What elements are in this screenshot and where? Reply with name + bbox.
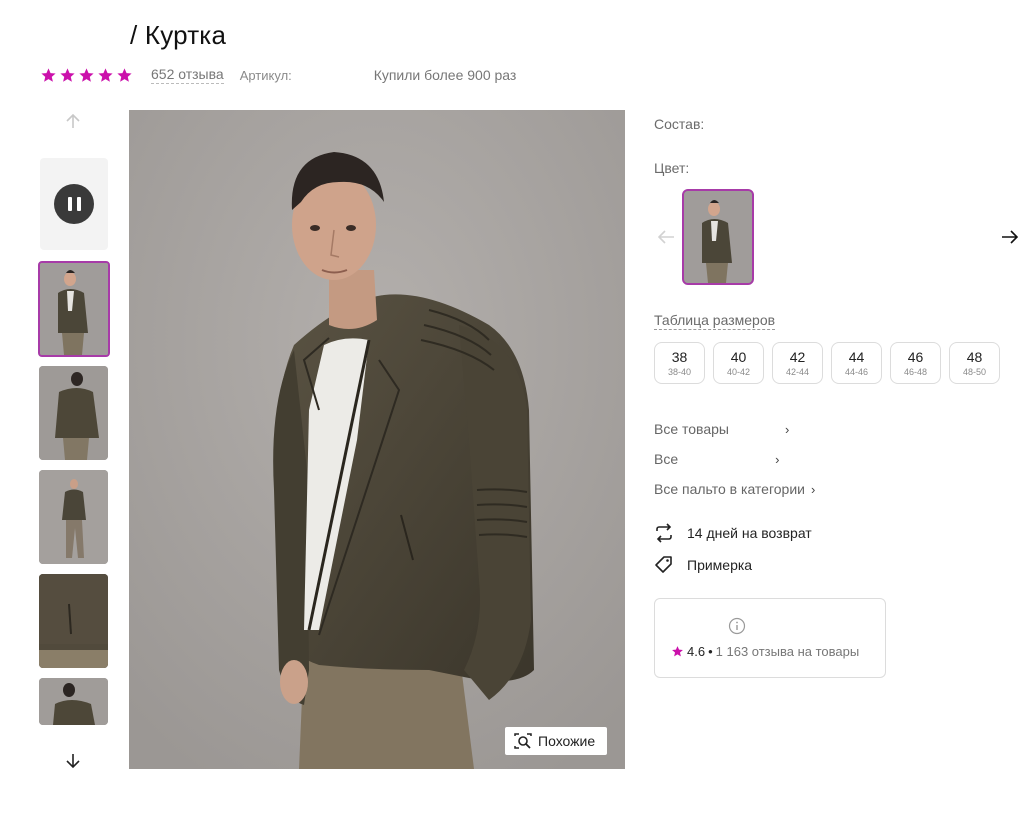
category-link-all-products[interactable]: Все товары ›	[654, 421, 789, 437]
arrow-left-icon	[657, 230, 674, 244]
tag-icon	[655, 556, 672, 573]
color-prev-button[interactable]	[654, 225, 678, 249]
size-range: 44-46	[844, 367, 869, 377]
jacket-full-body-photo	[39, 470, 108, 564]
return-arrows-icon	[656, 523, 672, 543]
video-thumbnail[interactable]	[40, 158, 108, 250]
gallery-thumbnail[interactable]	[39, 678, 108, 725]
star-icon	[60, 67, 75, 82]
fitting-text: Примерка	[687, 557, 753, 573]
product-photo	[129, 110, 625, 769]
reviews-link[interactable]: 652 отзыва	[151, 66, 224, 84]
rating-stars	[40, 67, 133, 84]
size-value: 42	[789, 349, 806, 365]
similar-search-icon	[514, 733, 532, 749]
size-range: 38-40	[667, 367, 692, 377]
fitting-option: Примерка	[654, 555, 752, 575]
size-option[interactable]: 44 44-46	[831, 342, 882, 384]
category-link-coats[interactable]: Все пальто в категории ›	[654, 481, 815, 497]
thumbs-down-arrow-button[interactable]	[61, 749, 85, 773]
jacket-back-photo	[39, 366, 108, 460]
return-policy: 14 дней на возврат	[654, 523, 812, 543]
star-icon	[117, 67, 132, 82]
jacket-side-photo	[39, 678, 108, 725]
category-link-label: Все	[654, 451, 679, 467]
composition-label: Состав:	[654, 116, 705, 132]
return-policy-text: 14 дней на возврат	[687, 525, 812, 541]
color-swatch-photo	[684, 191, 752, 283]
product-meta-row: 652 отзыва Артикул: Купили более 900 раз	[40, 66, 516, 84]
seller-rating: 4.6 • 1 163 отзыва на товары	[671, 644, 859, 659]
size-option[interactable]: 38 38-40	[654, 342, 705, 384]
thumbs-up-arrow-button[interactable]	[61, 109, 85, 133]
seller-reviews-count: 1 163 отзыва на товары	[715, 644, 860, 659]
separator-dot: •	[708, 644, 713, 659]
arrow-down-icon	[66, 754, 80, 769]
gallery-thumbnail[interactable]	[39, 574, 108, 668]
star-icon	[98, 67, 113, 82]
size-value: 40	[730, 349, 747, 365]
size-option[interactable]: 40 40-42	[713, 342, 764, 384]
size-value: 46	[907, 349, 924, 365]
info-icon[interactable]	[728, 617, 746, 635]
arrow-up-icon	[66, 113, 80, 128]
size-option[interactable]: 42 42-44	[772, 342, 823, 384]
color-label: Цвет:	[654, 160, 690, 176]
jacket-detail-photo	[39, 574, 108, 668]
size-value: 48	[966, 349, 983, 365]
jacket-front-photo	[40, 263, 108, 355]
bought-count: Купили более 900 раз	[373, 67, 517, 83]
size-range: 42-44	[785, 367, 810, 377]
size-option[interactable]: 46 46-48	[890, 342, 941, 384]
chevron-right-icon: ›	[810, 481, 816, 497]
category-link-label: Все пальто в категории	[654, 481, 805, 497]
page-title: / Куртка	[130, 20, 227, 50]
similar-button[interactable]: Похожие	[505, 727, 607, 755]
size-value: 38	[671, 349, 688, 365]
star-icon	[672, 646, 683, 657]
star-icon	[79, 67, 94, 82]
pause-icon[interactable]	[54, 184, 94, 224]
gallery-thumbnail[interactable]	[39, 366, 108, 460]
color-next-button[interactable]	[998, 225, 1022, 249]
gallery-thumbnail[interactable]	[38, 261, 110, 357]
size-range: 46-48	[903, 367, 928, 377]
category-link-all[interactable]: Все ›	[654, 451, 779, 467]
gallery-thumbnail[interactable]	[39, 470, 108, 564]
color-option-selected[interactable]	[682, 189, 754, 285]
similar-button-label: Похожие	[538, 733, 596, 749]
main-product-image[interactable]	[129, 110, 625, 769]
size-selector: 38 38-40 40 40-42 42 42-44 44 44-46 46 4…	[654, 342, 1000, 384]
size-option[interactable]: 48 48-50	[949, 342, 1000, 384]
arrow-right-icon	[1002, 230, 1019, 244]
size-value: 44	[848, 349, 865, 365]
chevron-right-icon: ›	[775, 451, 780, 467]
size-range: 40-42	[726, 367, 751, 377]
size-table-link[interactable]: Таблица размеров	[654, 312, 776, 330]
seller-card[interactable]: 4.6 • 1 163 отзыва на товары	[654, 598, 886, 678]
chevron-right-icon: ›	[784, 421, 790, 437]
size-range: 48-50	[962, 367, 987, 377]
category-link-label: Все товары	[654, 421, 729, 437]
article-label: Артикул:	[239, 67, 292, 83]
seller-rating-value: 4.6	[687, 644, 706, 659]
star-icon	[41, 67, 56, 82]
